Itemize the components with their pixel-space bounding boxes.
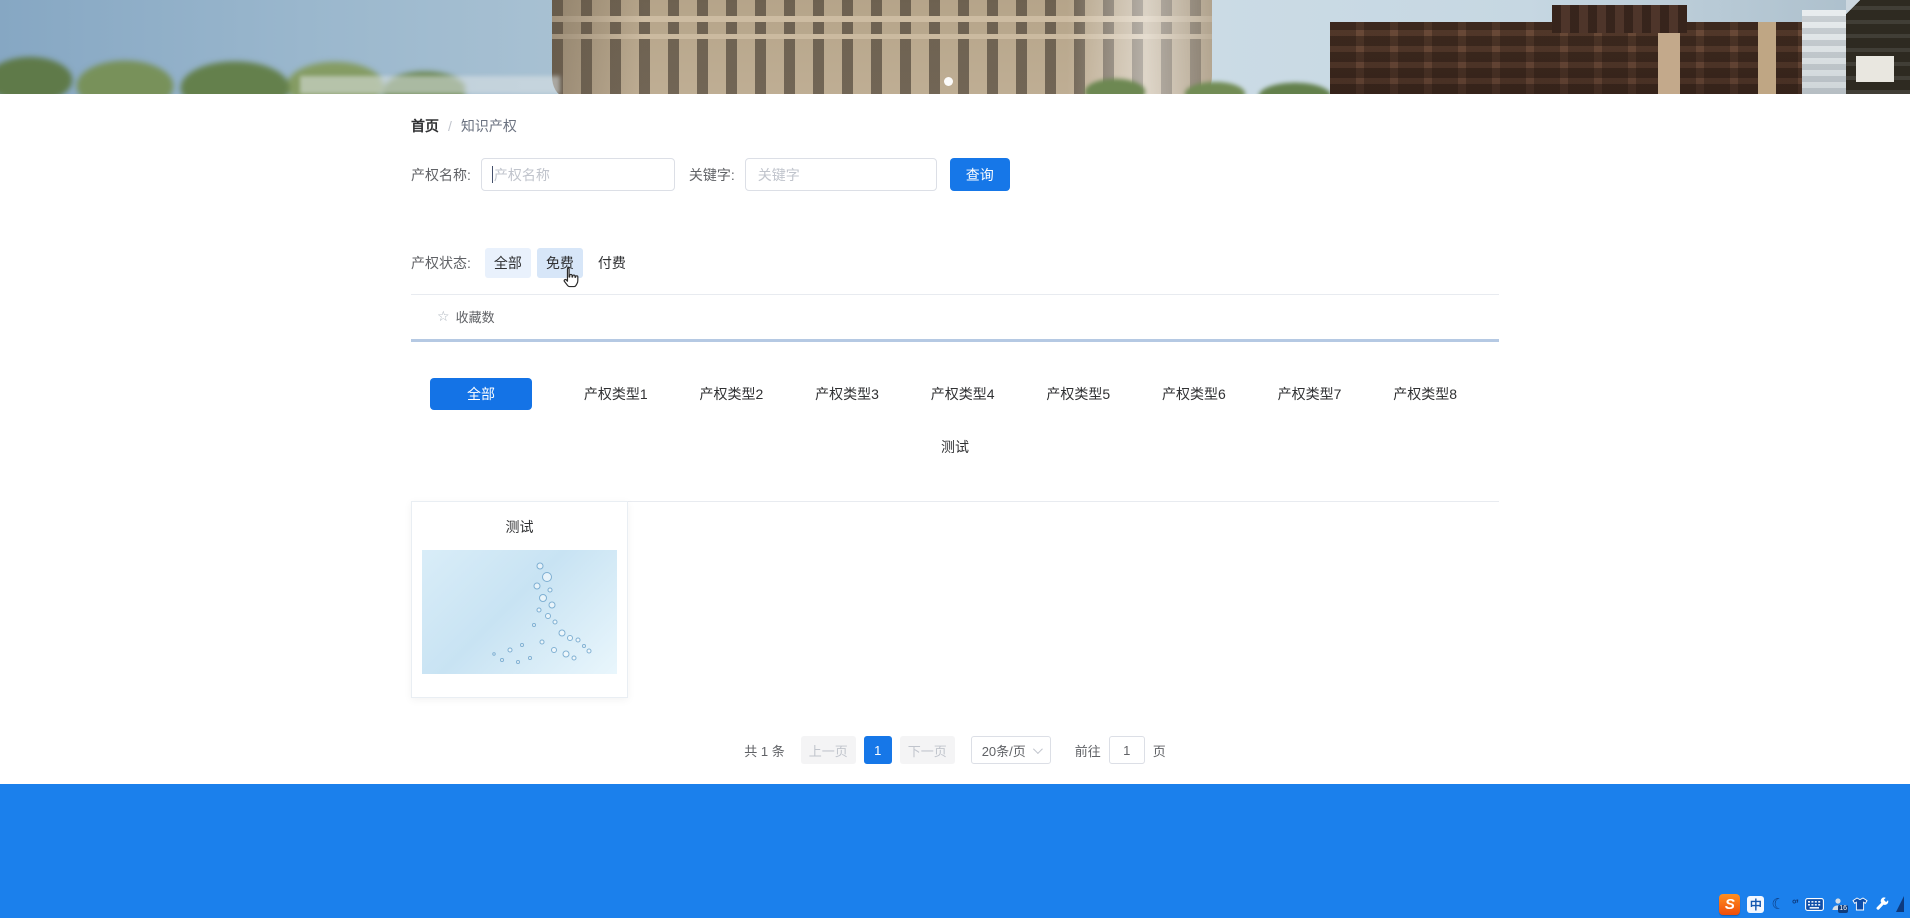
tab-type-2[interactable]: 产权类型2 [699,384,763,404]
tab-all[interactable]: 全部 [430,378,532,410]
status-option-paid[interactable]: 付费 [589,248,635,278]
next-page-button[interactable]: 下一页 [899,736,955,764]
status-filter-label: 产权状态: [411,255,471,271]
footer: S 中 ☾ °’ 16 [0,784,1910,918]
hero-banner [0,0,1910,94]
night-mode-icon[interactable]: ☾ [1771,897,1784,912]
status-option-free[interactable]: 免费 [536,248,583,278]
brick-building-roof [1552,5,1687,33]
prev-page-button[interactable]: 上一页 [800,736,856,764]
dark-building-photo [1846,0,1910,94]
building-sign [1856,56,1894,82]
page-1-button[interactable]: 1 [863,736,892,764]
sogou-logo-icon[interactable]: S [1719,893,1741,915]
page: 首页 / 知识产权 产权名称: 关键字: 查询 产权状态: 全部 免费 付费 ☆ [0,0,1910,918]
name-input[interactable] [480,158,675,191]
star-icon: ☆ [437,308,450,324]
account-badge: 16 [1838,905,1848,913]
category-tabs-row2: 测试 [411,437,1499,457]
status-filter: 产权状态: 全部 免费 付费 [411,248,1499,278]
favorite-sort-row[interactable]: ☆ 收藏数 [411,295,1499,339]
main-content: 首页 / 知识产权 产权名称: 关键字: 查询 产权状态: 全部 免费 付费 ☆ [411,116,1499,764]
carousel-dot[interactable] [944,77,953,86]
breadcrumb-home-link[interactable]: 首页 [411,116,439,136]
account-icon[interactable]: 16 [1831,897,1848,913]
breadcrumb: 首页 / 知识产权 [411,116,1499,136]
tab-test[interactable]: 测试 [941,439,969,455]
property-card[interactable]: 测试 [411,501,628,698]
tab-type-5[interactable]: 产权类型5 [1046,384,1110,404]
card-image-bubbles [422,550,617,674]
trees-middle [1070,76,1160,94]
keyword-input[interactable] [744,158,937,191]
chevron-down-icon [1032,743,1043,754]
tab-type-7[interactable]: 产权类型7 [1278,384,1342,404]
goto-suffix: 页 [1152,743,1166,759]
page-size-value: 20条/页 [981,743,1026,759]
text-caret [491,166,493,183]
tab-type-6[interactable]: 产权类型6 [1162,384,1226,404]
chinese-mode-icon[interactable]: 中 [1747,895,1765,913]
status-option-all[interactable]: 全部 [484,248,531,278]
keyboard-icon[interactable] [1805,897,1824,911]
search-button[interactable]: 查询 [949,158,1010,191]
pagination-total: 共 1 条 [744,743,785,759]
name-field-wrap [480,158,675,191]
goto-page-input[interactable] [1108,736,1145,764]
card-title: 测试 [505,519,534,535]
tab-type-1[interactable]: 产权类型1 [584,384,648,404]
name-field-label: 产权名称: [411,166,471,183]
skin-icon[interactable] [1852,897,1868,911]
favorite-count-label: 收藏数 [455,310,495,325]
category-tabs-row1: 全部 产权类型1 产权类型2 产权类型3 产权类型4 产权类型5 产权类型6 产… [411,378,1499,410]
pagination: 共 1 条 上一页 1 下一页 20条/页 前往 页 [411,736,1499,764]
breadcrumb-separator: / [448,118,452,134]
ime-toolbar: S 中 ☾ °’ 16 [1719,893,1904,915]
page-size-select[interactable]: 20条/页 [970,736,1051,764]
goto-label: 前往 [1074,743,1101,759]
search-form: 产权名称: 关键字: 查询 [411,158,1499,191]
trees-right [1175,78,1355,94]
tab-type-8[interactable]: 产权类型8 [1393,384,1457,404]
divider-accent [411,339,1499,342]
white-building-photo [1802,10,1850,94]
tab-type-3[interactable]: 产权类型3 [815,384,879,404]
breadcrumb-current: 知识产权 [460,118,517,134]
distant-buildings [300,76,560,94]
punctuation-icon[interactable]: °’ [1792,897,1799,911]
tools-icon[interactable] [1875,897,1889,911]
ime-more-icon[interactable] [1896,896,1904,912]
keyword-field-label: 关键字: [688,166,735,183]
tab-type-4[interactable]: 产权类型4 [931,384,995,404]
